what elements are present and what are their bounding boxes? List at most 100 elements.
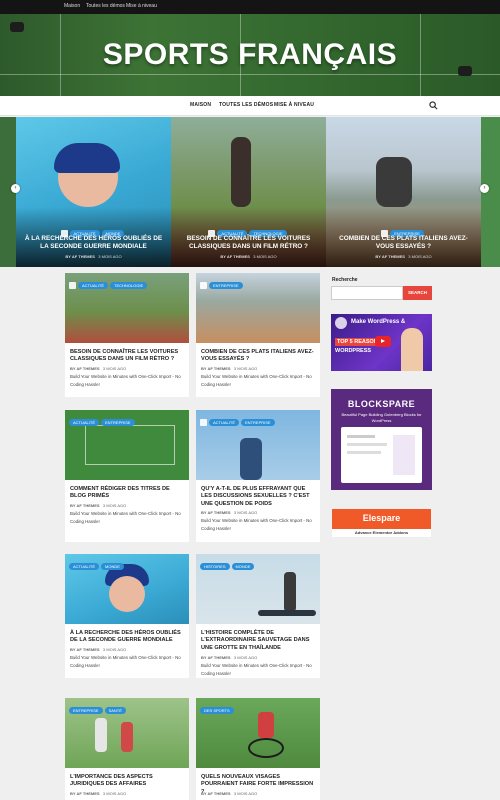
post-date: 3 MOIS AGO [102,366,127,371]
site-title[interactable]: SPORTS FRANÇAIS [0,38,500,72]
post-author[interactable]: BY AF THEMES [70,791,100,796]
post-card[interactable]: ENTREPRISE SANTÉ L'IMPORTANCE DES ASPECTS… [65,698,189,800]
post-excerpt: Build Your Website in Minutes with One-C… [70,511,181,524]
jumper-photo [376,157,412,207]
slide-author[interactable]: BY AF THEMES [375,254,405,259]
category-badge[interactable]: HISTOIRES [200,563,230,571]
play-button-icon[interactable] [375,336,391,347]
category-badge[interactable]: ACTUALITÉ [78,282,109,290]
post-card[interactable]: ACTUALITÉ MONDE À LA RECHERCHE DES HÉROS … [65,554,189,678]
post-title[interactable]: COMBIEN DE CES PLATS ITALIENS AVEZ-VOUS … [201,349,315,364]
post-meta: BY AF THEMES 3 MOIS AGO [70,366,126,371]
category-badge[interactable]: ENTREPRISE [101,419,135,427]
slide[interactable]: ENTREPRISE COMBIEN DE CES PLATS ITALIENS… [326,117,481,267]
post-title[interactable]: COMMENT RÉDIGER DES TITRES DE BLOG PRIMÉ… [70,486,184,501]
player-figure [10,22,24,32]
post-card[interactable]: ACTUALITÉ ENTREPRISE QU'Y A-T-IL DE PLUS … [196,410,320,542]
slide-author[interactable]: BY AF THEMES [65,254,95,259]
camera-icon [200,419,207,427]
post-title[interactable]: L'IMPORTANCE DES ASPECTS JURIDIQUES DES … [70,774,184,789]
post-author[interactable]: BY AF THEMES [201,655,231,660]
nav-item-demos[interactable]: TOUTES LES DÉMOS [219,102,273,108]
category-badge[interactable]: TECHNOLOGIE [110,282,148,290]
post-excerpt: Build Your Website in Minutes with One-C… [70,655,181,668]
search-input[interactable] [331,286,403,300]
post-thumbnail[interactable]: ENTREPRISE [196,273,320,343]
ad-blockspare[interactable]: BLOCKSPARE Beautiful Page Building Guten… [331,389,432,490]
post-title[interactable]: QU'Y A-T-IL DE PLUS EFFRAYANT QUE LES DI… [201,486,315,508]
ad-title: Elespare [362,513,401,523]
post-date: 3 MOIS AGO [233,366,258,371]
post-author[interactable]: BY AF THEMES [70,366,100,371]
post-date: 3 MOIS AGO [233,510,258,515]
slide[interactable]: ACTUALITÉ TECHNOLOGIE BESOIN DE CONNAÎTRE… [171,117,326,267]
category-badge[interactable]: MONDE [231,563,255,571]
person-photo [401,328,423,371]
post-thumbnail[interactable]: ACTUALITÉ MONDE [65,554,189,624]
logo-icon [335,317,347,329]
post-meta: BY AF THEMES 3 MOIS AGO [70,503,126,508]
ad-elespare[interactable]: Elespare Advance Elementor Addons [331,508,432,538]
slide-title[interactable]: COMBIEN DE CES PLATS ITALIENS AVEZ-VOUS … [332,235,475,251]
slide-title[interactable]: BESOIN DE CONNAÎTRE LES VOITURES CLASSIQ… [177,235,320,251]
post-thumbnail[interactable]: ACTUALITÉ TECHNOLOGIE [65,273,189,343]
camera-icon [200,282,207,290]
topbar-link-demos[interactable]: Toutes les démos [86,3,125,9]
post-author[interactable]: BY AF THEMES [201,510,231,515]
category-badge[interactable]: ENTREPRISE [69,707,103,715]
post-excerpt: Build Your Website in Minutes with One-C… [201,374,312,387]
post-title[interactable]: À LA RECHERCHE DES HÉROS OUBLIÉS DE LA S… [70,630,184,645]
post-thumbnail[interactable]: DES SPORTS [196,698,320,768]
post-author[interactable]: BY AF THEMES [201,366,231,371]
post-date: 3 MOIS AGO [102,647,127,652]
slide-date: 3 MOIS AGO [253,254,277,259]
featured-slider: ACTUALITÉ MONDE À LA RECHERCHE DES HÉROS … [0,117,500,267]
nav-item-home[interactable]: MAISON [190,102,211,108]
post-author[interactable]: BY AF THEMES [70,647,100,652]
slider-prev-button[interactable]: ‹ [11,184,20,193]
post-meta: BY AF THEMES 3 MOIS AGO [201,366,257,371]
post-card[interactable]: HISTOIRES MONDE L'HISTOIRE COMPLÈTE DE L'… [196,554,320,678]
search-icon[interactable] [429,101,438,110]
slide-date: 3 MOIS AGO [98,254,122,259]
slide[interactable]: ACTUALITÉ MONDE À LA RECHERCHE DES HÉROS … [16,117,171,267]
category-badge[interactable]: ACTUALITÉ [69,419,100,427]
post-title[interactable]: L'HISTOIRE COMPLÈTE DE L'EXTRAORDINAIRE … [201,630,315,652]
slide-author[interactable]: BY AF THEMES [220,254,250,259]
category-badge[interactable]: DES SPORTS [200,707,234,715]
category-badge[interactable]: ACTUALITÉ [209,419,240,427]
post-author[interactable]: BY AF THEMES [201,791,231,796]
post-card[interactable]: DES SPORTS QUELS NOUVEAUX VISAGES POURRA… [196,698,320,800]
slide-title[interactable]: À LA RECHERCHE DES HÉROS OUBLIÉS DE LA S… [22,235,165,251]
ad-banner-wordpress[interactable]: Make WordPress & TOP 5 REASONS WORDPRESS [331,314,432,371]
topbar-link-upgrade[interactable]: Mise à niveau [126,3,157,9]
post-card[interactable]: ENTREPRISE COMBIEN DE CES PLATS ITALIENS… [196,273,320,397]
post-title[interactable]: BESOIN DE CONNAÎTRE LES VOITURES CLASSIQ… [70,349,184,364]
ad-text: Make WordPress & [351,319,406,325]
post-thumbnail[interactable]: HISTOIRES MONDE [196,554,320,624]
category-badge[interactable]: ENTREPRISE [209,282,243,290]
category-badge[interactable]: MONDE [101,563,124,571]
category-badge[interactable]: SANTÉ [104,707,126,715]
ad-subtitle: Advance Elementor Addons [354,530,409,535]
search-button[interactable]: SEARCH [403,286,432,300]
post-thumbnail[interactable]: ACTUALITÉ ENTREPRISE [65,410,189,480]
slide-meta: BY AF THEMES 3 MOIS AGO [171,254,326,259]
runner-photo [231,137,251,207]
post-excerpt: Build Your Website in Minutes with One-C… [201,663,312,676]
post-date: 3 MOIS AGO [102,791,127,796]
ad-preview [341,427,422,483]
category-badge[interactable]: ACTUALITÉ [69,563,100,571]
post-card[interactable]: ACTUALITÉ ENTREPRISE COMMENT RÉDIGER DES … [65,410,189,542]
post-card[interactable]: ACTUALITÉ TECHNOLOGIE BESOIN DE CONNAÎTRE… [65,273,189,397]
category-badge[interactable]: ENTREPRISE [241,419,275,427]
topbar-link-home[interactable]: Maison [64,3,80,9]
post-author[interactable]: BY AF THEMES [70,503,100,508]
ad-subtitle: Beautiful Page Building Gutenberg Blocks… [341,412,422,423]
post-thumbnail[interactable]: ACTUALITÉ ENTREPRISE [196,410,320,480]
camera-icon [69,282,76,290]
post-thumbnail[interactable]: ENTREPRISE SANTÉ [65,698,189,768]
slider-next-button[interactable]: › [480,184,489,193]
post-meta: BY AF THEMES 3 MOIS AGO [201,510,257,515]
nav-item-upgrade[interactable]: MISE À NIVEAU [274,102,314,108]
